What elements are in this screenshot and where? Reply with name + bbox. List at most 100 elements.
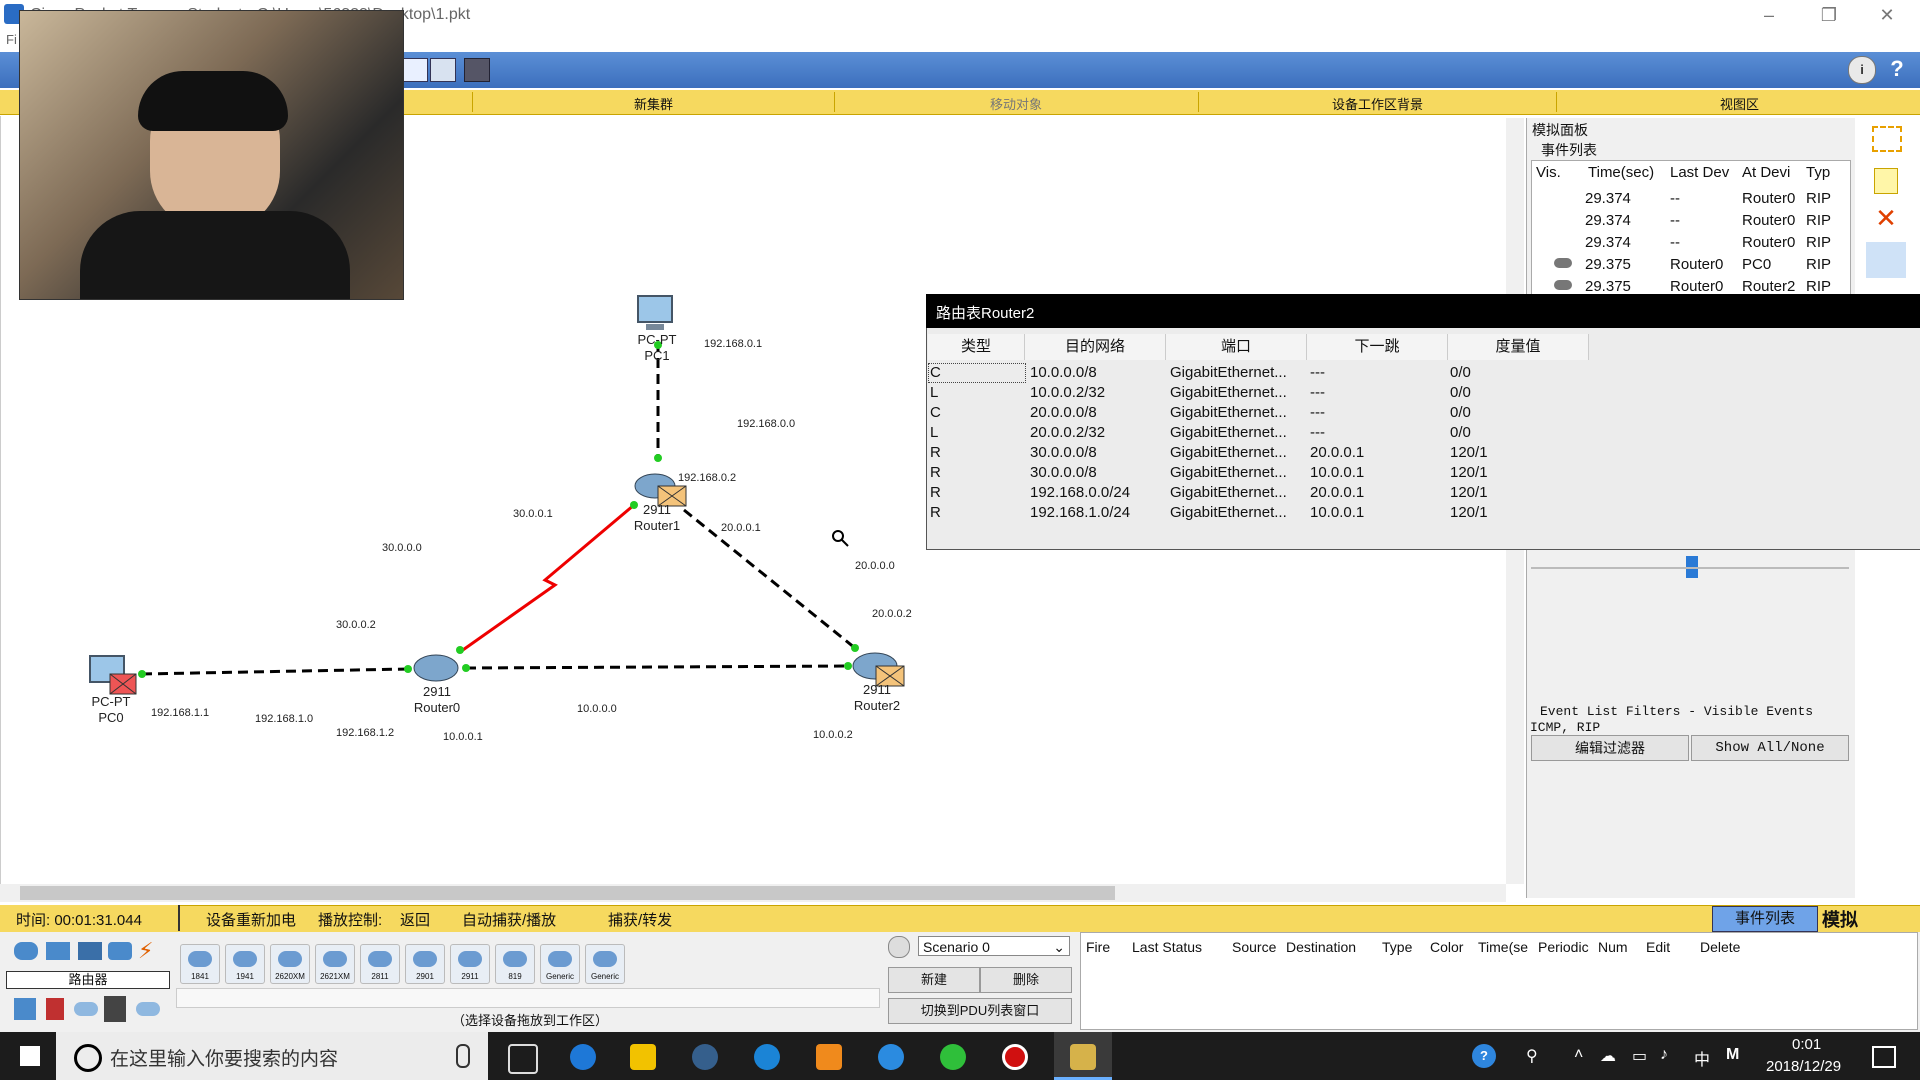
task-view-icon[interactable] <box>508 1044 538 1074</box>
rt-col-port[interactable]: 端口 <box>1166 334 1307 360</box>
microphone-icon[interactable] <box>456 1044 470 1068</box>
device-model-tile[interactable]: Generic <box>585 944 625 984</box>
delete-scenario-button[interactable]: 删除 <box>980 967 1072 993</box>
power-cycle-button[interactable]: 设备重新加电 <box>206 909 296 930</box>
clock-date[interactable]: 2018/12/29 <box>1766 1058 1841 1075</box>
category-name: 路由器 <box>6 971 170 989</box>
pdu-column-header[interactable]: Source <box>1232 939 1276 955</box>
battery-icon[interactable]: ▭ <box>1632 1046 1647 1066</box>
hubs-category-icon[interactable] <box>78 942 102 960</box>
pdu-column-header[interactable]: Type <box>1382 939 1412 955</box>
pdu-column-header[interactable]: Time(se <box>1478 939 1528 955</box>
record-icon[interactable] <box>1002 1044 1028 1070</box>
back-button[interactable]: 返回 <box>400 909 430 930</box>
show-all-button[interactable]: Show All/None <box>1691 735 1849 761</box>
device-model-tile[interactable]: 1841 <box>180 944 220 984</box>
file-explorer-icon[interactable] <box>630 1044 656 1070</box>
switches-category-icon[interactable] <box>46 942 70 960</box>
close-button[interactable]: ✕ <box>1864 2 1910 28</box>
ime-mode[interactable]: M <box>1726 1046 1739 1064</box>
routing-table-titlebar[interactable]: 路由表Router2 <box>926 294 1920 328</box>
network-label: 20.0.0.0 <box>855 560 895 572</box>
new-scenario-button[interactable]: 新建 <box>888 967 980 993</box>
delete-icon[interactable]: ✕ <box>1872 204 1900 232</box>
wan-emu-category-icon[interactable] <box>74 1002 98 1016</box>
edge-icon[interactable] <box>570 1044 596 1070</box>
device-model-tile[interactable]: 2901 <box>405 944 445 984</box>
rt-col-metric[interactable]: 度量值 <box>1448 334 1589 360</box>
ip-label: 20.0.0.2 <box>872 608 912 620</box>
capture-forward-button[interactable]: 捕获/转发 <box>608 909 672 930</box>
custom-category-icon[interactable] <box>104 996 126 1022</box>
maximize-button[interactable]: ❐ <box>1806 2 1852 28</box>
rt-port-cell: GigabitEthernet... <box>1170 384 1287 401</box>
serial-link-router1-router0 <box>459 503 635 654</box>
event-last: -- <box>1670 234 1680 251</box>
minimize-button[interactable]: – <box>1746 2 1792 28</box>
device-model-tile[interactable]: Generic <box>540 944 580 984</box>
browser-icon[interactable] <box>754 1044 780 1070</box>
help-icon[interactable]: ? <box>1884 56 1910 82</box>
device-model-tile[interactable]: 1941 <box>225 944 265 984</box>
event-at: Router0 <box>1742 212 1796 229</box>
pdu-column-header[interactable]: Color <box>1430 939 1463 955</box>
event-type: RIP <box>1806 190 1832 207</box>
pdu-column-header[interactable]: Num <box>1598 939 1628 955</box>
speed-slider-track[interactable] <box>1531 567 1849 569</box>
multiuser-category-icon[interactable] <box>136 1002 160 1016</box>
connections-category-icon[interactable]: ⚡ <box>138 938 162 963</box>
viewport-button[interactable]: 视图区 <box>1720 94 1759 113</box>
network-tray-icon[interactable]: ☁ <box>1600 1046 1616 1066</box>
device-model-tile[interactable]: 2811 <box>360 944 400 984</box>
pdu-column-header[interactable]: Fire <box>1086 939 1110 955</box>
scenario-select[interactable]: Scenario 0 ⌄ <box>918 936 1070 956</box>
rt-port-cell: GigabitEthernet... <box>1170 444 1287 461</box>
device-model-label: Generic <box>590 972 619 981</box>
toggle-pdu-list-button[interactable]: 切换到PDU列表窗口 <box>888 998 1072 1024</box>
volume-icon[interactable]: ♪ <box>1660 1046 1668 1064</box>
info-icon[interactable]: i <box>1848 56 1876 84</box>
device-model-label: Generic <box>545 972 574 981</box>
rt-col-type[interactable]: 类型 <box>928 334 1025 360</box>
edit-filters-button[interactable]: 编辑过滤器 <box>1531 735 1689 761</box>
cortana-icon[interactable] <box>74 1044 102 1072</box>
chevron-up-icon[interactable]: ˄ <box>1574 1046 1583 1064</box>
horizontal-scroll-thumb[interactable] <box>20 886 1115 900</box>
pdu-column-header[interactable]: Last Status <box>1132 939 1202 955</box>
windows-start-icon[interactable] <box>20 1046 40 1066</box>
cloud-app-icon[interactable] <box>940 1044 966 1070</box>
pc1-icon <box>637 295 673 330</box>
security-category-icon[interactable] <box>46 998 64 1020</box>
clock-time[interactable]: 0:01 <box>1792 1036 1821 1053</box>
routers-category-icon[interactable] <box>14 942 38 960</box>
router-icon <box>593 951 617 967</box>
pdu-column-header[interactable]: Periodic <box>1538 939 1589 955</box>
event-list-button[interactable]: 事件列表 <box>1712 906 1818 932</box>
auto-capture-button[interactable]: 自动捕获/播放 <box>462 909 556 930</box>
device-model-tile[interactable]: 2620XM <box>270 944 310 984</box>
help-tray-icon[interactable]: ? <box>1472 1044 1496 1068</box>
pdu-column-header[interactable]: Destination <box>1286 939 1356 955</box>
ie-icon[interactable] <box>878 1044 904 1070</box>
rt-col-network[interactable]: 目的网络 <box>1025 334 1166 360</box>
people-icon[interactable]: ⚲ <box>1526 1046 1538 1066</box>
ime-indicator[interactable]: 中 <box>1694 1046 1710 1070</box>
device-model-tile[interactable]: 819 <box>495 944 535 984</box>
device-model-tile[interactable]: 2621XM <box>315 944 355 984</box>
device-model-tile[interactable]: 2911 <box>450 944 490 984</box>
select-icon[interactable] <box>1872 126 1902 152</box>
pdu-column-header[interactable]: Edit <box>1646 939 1670 955</box>
notification-icon[interactable] <box>1872 1046 1896 1068</box>
rt-col-nexthop[interactable]: 下一跳 <box>1307 334 1448 360</box>
inspect-icon[interactable] <box>1866 242 1906 278</box>
note-icon[interactable] <box>1874 168 1898 194</box>
wireless-category-icon[interactable] <box>108 942 132 960</box>
pdu-column-header[interactable]: Delete <box>1700 939 1740 955</box>
simulation-mode-tab[interactable]: 模拟 <box>1822 906 1858 932</box>
rt-nexthop-cell: --- <box>1310 364 1325 381</box>
event-last: -- <box>1670 190 1680 207</box>
app-icon[interactable] <box>816 1044 842 1070</box>
end-devices-category-icon[interactable] <box>14 998 36 1020</box>
palette-scrollbar[interactable] <box>176 988 880 1008</box>
steam-icon[interactable] <box>692 1044 718 1070</box>
